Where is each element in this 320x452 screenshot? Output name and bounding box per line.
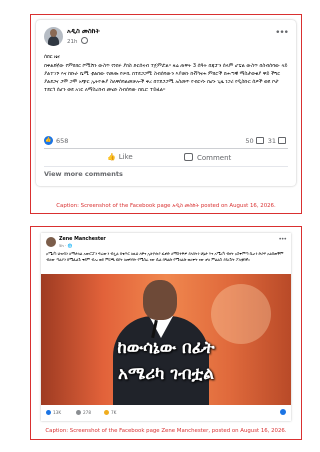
comments-stat[interactable]: 278 (76, 410, 91, 415)
author-name[interactable]: Zene Manchester (59, 237, 106, 242)
like-icon (46, 410, 51, 415)
shares-count[interactable]: 31 (268, 137, 276, 145)
share-icon (104, 410, 109, 415)
facebook-post-card: አዲስ መስከት 21h ••• ሰበር ዜና በቀልደኛው የምክክር ኮሚሽ… (36, 20, 296, 186)
more-options-icon[interactable]: ••• (275, 28, 289, 38)
author-avatar[interactable] (44, 27, 63, 46)
reactions-count[interactable]: 658 (56, 137, 68, 145)
post-headline: ሰበር ዜና (44, 54, 60, 60)
thumbs-up-icon: 👍 (107, 153, 116, 161)
like-button[interactable]: 👍 Like (107, 153, 133, 161)
facebook-post-card: Zene Manchester 5h · 🌐 ••• አሜሪካ ህዝብን ለማታ… (41, 233, 291, 421)
overlay-headline-line2: አሜሪካ ገብቷል (118, 364, 214, 384)
screenshot-panel-1: አዲስ መስከት 21h ••• ሰበር ዜና በቀልደኛው የምክክር ኮሚሽ… (30, 14, 302, 214)
like-reaction-icon: 👍 (44, 136, 53, 145)
post-text: ሰበር ዜና በቀልደኛው የምክክር ኮሚሽን ውስጥ የነበሩ ያክስ ድር… (44, 53, 288, 94)
facebook-badge-icon (280, 409, 286, 415)
post-photo[interactable]: ከውሳኔው በፊት አሜሪካ ገብቷል (41, 274, 291, 405)
comment-icon (76, 410, 81, 415)
speaker-head (143, 280, 177, 320)
likes-stat[interactable]: 13K (46, 410, 61, 415)
author-avatar[interactable] (46, 237, 56, 247)
post-actions: 👍 Like Comment (44, 151, 288, 165)
engagement-counts: 50 31 (245, 137, 288, 145)
stage-light (211, 284, 271, 344)
post-stats: 👍 658 50 31 (44, 136, 288, 146)
author-name[interactable]: አዲስ መስከት (67, 27, 100, 36)
comment-icon (255, 137, 264, 144)
globe-icon (81, 37, 89, 44)
comment-count: 278 (83, 410, 91, 415)
post-meta: 21h (67, 37, 89, 45)
view-more-comments-link[interactable]: View more comments (44, 170, 123, 178)
more-options-icon[interactable]: ••• (278, 236, 287, 243)
post-stats: 13K 278 7K (46, 408, 286, 418)
comment-label: Comment (197, 154, 232, 162)
screenshot-panel-2: Zene Manchester 5h · 🌐 ••• አሜሪካ ህዝብን ለማታ… (30, 226, 302, 440)
caption-2: Caption: Screenshot of the Facebook page… (45, 428, 287, 434)
post-text: አሜሪካ ህዝብን ለማታለል አውሮፓን ፍራውን ብሏል በቁጥር ለዚህ … (46, 251, 284, 262)
divider (44, 166, 288, 167)
post-body: በቀልደኛው የምክክር ኮሚሽን ውስጥ የነበሩ ያክስ ድርሰናብ ተጀም… (44, 63, 288, 93)
post-time[interactable]: 21h (67, 39, 77, 45)
share-count: 7K (111, 410, 117, 415)
shares-stat[interactable]: 7K (104, 410, 116, 415)
like-label: Like (118, 153, 133, 161)
caption-1: Caption: Screenshot of the Facebook page… (56, 203, 276, 209)
comment-button[interactable]: Comment (184, 153, 231, 162)
post-time[interactable]: 5h · 🌐 (59, 243, 72, 248)
overlay-headline-line1: ከውሳኔው በፊት (117, 338, 215, 358)
like-count: 13K (53, 410, 62, 415)
comments-count[interactable]: 50 (245, 137, 253, 145)
comment-bubble-icon (184, 153, 193, 161)
share-icon (278, 137, 286, 144)
divider (44, 148, 288, 149)
